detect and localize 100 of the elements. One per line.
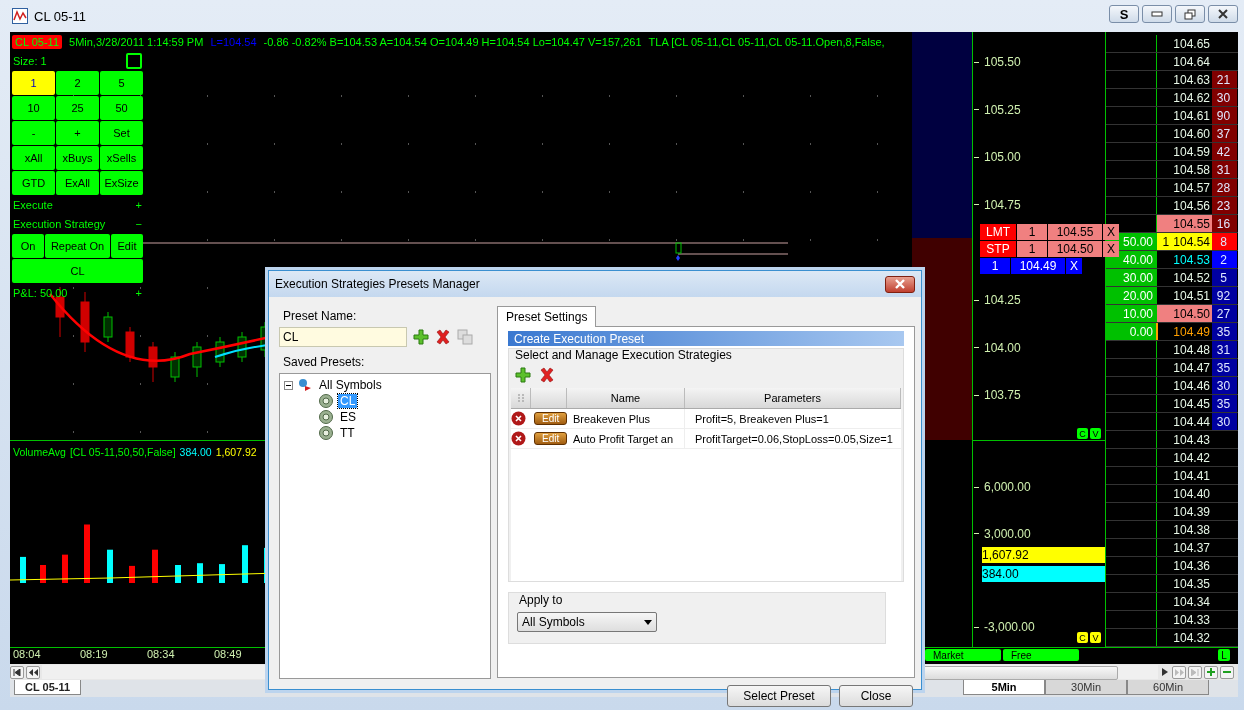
- size-cell[interactable]: 31: [1212, 341, 1237, 358]
- lock-button[interactable]: L: [1218, 649, 1230, 661]
- size-cell[interactable]: 31: [1212, 161, 1237, 178]
- size-button[interactable]: 25: [56, 96, 99, 120]
- size-button[interactable]: xSells: [100, 146, 143, 170]
- minimize-button[interactable]: [1142, 5, 1172, 23]
- cancel-order-button[interactable]: X: [1103, 241, 1119, 257]
- price-cell[interactable]: 104.64: [1156, 53, 1212, 70]
- dialog-button[interactable]: Close: [839, 685, 913, 707]
- add-icon[interactable]: [413, 329, 429, 345]
- expand-toggle[interactable]: +: [135, 287, 142, 299]
- size-cell[interactable]: 16: [1212, 215, 1237, 232]
- dialog-button[interactable]: Select Preset: [727, 685, 831, 707]
- price-cell[interactable]: 104.38: [1156, 521, 1212, 538]
- remove-icon[interactable]: [511, 431, 526, 446]
- price-cell[interactable]: 1 104.54: [1156, 233, 1212, 250]
- column-header[interactable]: Name: [567, 388, 685, 408]
- price-cell[interactable]: 104.41: [1156, 467, 1212, 484]
- size-cell[interactable]: 92: [1212, 287, 1237, 304]
- size-button[interactable]: 1: [12, 71, 55, 95]
- collapse-icon[interactable]: [284, 380, 293, 390]
- tree-item[interactable]: TT: [338, 426, 357, 440]
- size-button[interactable]: +: [56, 121, 99, 145]
- interval-tab[interactable]: 60Min: [1127, 680, 1210, 695]
- tree-item[interactable]: All Symbols: [317, 378, 384, 392]
- close-button[interactable]: [885, 275, 915, 293]
- size-cell[interactable]: 27: [1212, 305, 1237, 322]
- interval-tab[interactable]: 30Min: [1045, 680, 1128, 695]
- column-header[interactable]: Parameters: [685, 388, 901, 408]
- status-button[interactable]: Free: [1003, 649, 1079, 661]
- zoom-out-icon[interactable]: [1220, 665, 1234, 679]
- size-checkbox[interactable]: [126, 53, 142, 69]
- size-cell[interactable]: 23: [1212, 197, 1237, 214]
- remove-icon[interactable]: [511, 411, 526, 426]
- size-cell[interactable]: 30: [1212, 413, 1237, 430]
- panel-toggle-button[interactable]: V: [1090, 632, 1101, 643]
- size-cell[interactable]: 37: [1212, 125, 1237, 142]
- size-button[interactable]: -: [12, 121, 55, 145]
- size-cell[interactable]: 28: [1212, 179, 1237, 196]
- apply-to-dropdown[interactable]: All Symbols: [517, 612, 657, 632]
- size-button[interactable]: 2: [56, 71, 99, 95]
- size-button[interactable]: ExAll: [56, 171, 99, 195]
- size-button[interactable]: GTD: [12, 171, 55, 195]
- settings-tab[interactable]: Preset Settings: [497, 306, 597, 327]
- zoom-in-icon[interactable]: [1204, 665, 1218, 679]
- restore-button[interactable]: [1175, 5, 1205, 23]
- panel-toggle-button[interactable]: V: [1090, 428, 1101, 439]
- price-cell[interactable]: 104.33: [1156, 611, 1212, 628]
- price-cell[interactable]: 104.32: [1156, 629, 1212, 646]
- size-cell[interactable]: 35: [1212, 395, 1237, 412]
- rewind-icon[interactable]: [26, 665, 40, 679]
- strategy-symbol-button[interactable]: CL: [12, 259, 143, 283]
- size-button[interactable]: 5: [100, 71, 143, 95]
- strategy-button[interactable]: Edit: [111, 234, 143, 258]
- size-button[interactable]: ExSize: [100, 171, 143, 195]
- price-cell[interactable]: 104.55: [1156, 215, 1212, 232]
- collapse-toggle[interactable]: −: [135, 218, 142, 230]
- size-button[interactable]: xBuys: [56, 146, 99, 170]
- tree-item[interactable]: ES: [338, 410, 358, 424]
- size-cell[interactable]: 42: [1212, 143, 1237, 160]
- size-cell[interactable]: 30: [1212, 377, 1237, 394]
- delete-icon[interactable]: [435, 329, 451, 345]
- size-cell[interactable]: 21: [1212, 71, 1237, 88]
- price-cell[interactable]: 104.35: [1156, 575, 1212, 592]
- symbol-tab[interactable]: CL 05-11: [14, 680, 82, 695]
- s-button[interactable]: S: [1109, 5, 1139, 23]
- play-icon[interactable]: [1160, 667, 1170, 677]
- first-icon[interactable]: [10, 665, 24, 679]
- price-cell[interactable]: 104.65: [1156, 35, 1212, 52]
- price-cell[interactable]: 104.43: [1156, 431, 1212, 448]
- close-button[interactable]: [1208, 5, 1238, 23]
- panel-toggle-button[interactable]: C: [1077, 428, 1088, 439]
- size-button[interactable]: Set: [100, 121, 143, 145]
- add-icon[interactable]: [515, 367, 531, 383]
- strategy-button[interactable]: Repeat On: [45, 234, 110, 258]
- panel-toggle-button[interactable]: C: [1077, 632, 1088, 643]
- size-cell[interactable]: 90: [1212, 107, 1237, 124]
- size-cell[interactable]: 2: [1212, 251, 1237, 268]
- price-cell[interactable]: 104.39: [1156, 503, 1212, 520]
- cancel-order-button[interactable]: X: [1103, 224, 1119, 240]
- size-button[interactable]: 10: [12, 96, 55, 120]
- delete-icon[interactable]: [539, 367, 555, 383]
- interval-tab[interactable]: 5Min: [963, 680, 1046, 695]
- status-button[interactable]: Market: [925, 649, 1001, 661]
- price-cell[interactable]: 104.34: [1156, 593, 1212, 610]
- size-cell[interactable]: 5: [1212, 269, 1237, 286]
- size-cell[interactable]: 35: [1212, 323, 1237, 340]
- price-cell[interactable]: 104.36: [1156, 557, 1212, 574]
- price-cell[interactable]: 104.37: [1156, 539, 1212, 556]
- last-icon[interactable]: [1188, 665, 1202, 679]
- strategy-button[interactable]: On: [12, 234, 44, 258]
- price-cell[interactable]: 104.42: [1156, 449, 1212, 466]
- size-button[interactable]: 50: [100, 96, 143, 120]
- size-cell[interactable]: 30: [1212, 89, 1237, 106]
- preset-name-field[interactable]: CL: [279, 327, 407, 347]
- expand-toggle[interactable]: +: [135, 199, 142, 211]
- price-cell[interactable]: 104.50: [1156, 305, 1212, 322]
- size-button[interactable]: xAll: [12, 146, 55, 170]
- price-cell[interactable]: 104.40: [1156, 485, 1212, 502]
- cancel-order-button[interactable]: X: [1066, 258, 1082, 274]
